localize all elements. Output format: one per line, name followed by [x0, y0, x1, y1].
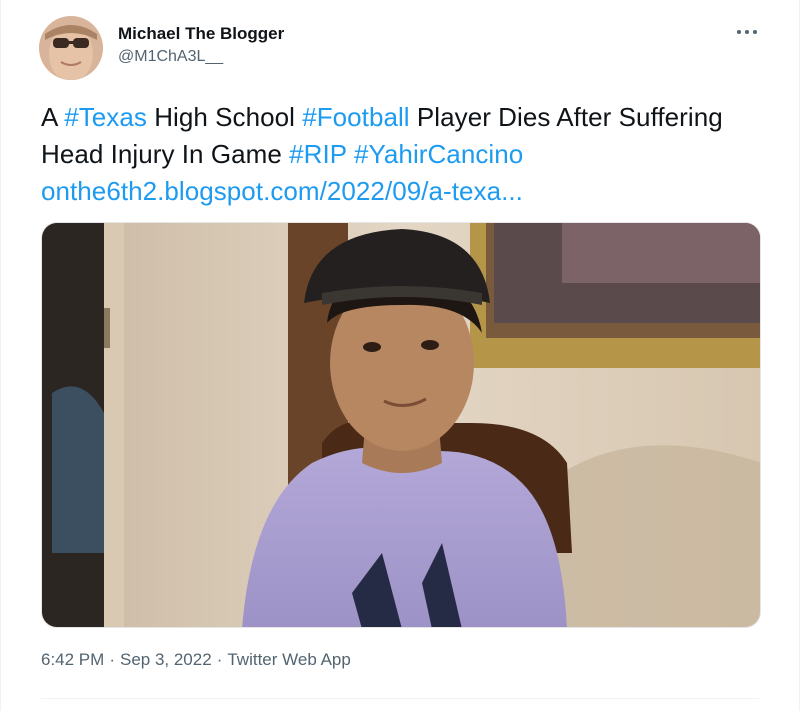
tweet-metadata: 6:42 PM · Sep 3, 2022 · Twitter Web App	[41, 650, 351, 670]
avatar-image	[39, 16, 103, 80]
tweet-date[interactable]: Sep 3, 2022	[120, 650, 212, 669]
author-avatar[interactable]	[39, 16, 103, 80]
article-link[interactable]: onthe6th2.blogspot.com/2022/09/a-texa...	[41, 176, 523, 206]
meta-separator: ·	[216, 650, 223, 669]
tweet-source[interactable]: Twitter Web App	[227, 650, 350, 669]
hashtag-yahircancino[interactable]: #YahirCancino	[354, 139, 523, 169]
tweet-media-photo[interactable]	[41, 222, 761, 628]
tweet-card: Michael The Blogger @M1ChA3L__ A #Texas …	[0, 0, 800, 711]
more-options-button[interactable]	[733, 22, 761, 42]
tweet-text-segment: High School	[146, 102, 303, 132]
author-name[interactable]: Michael The Blogger	[118, 24, 284, 44]
tweet-text: A #Texas High School #Football Player Di…	[41, 99, 761, 210]
hashtag-football[interactable]: #Football	[302, 102, 409, 132]
hashtag-texas[interactable]: #Texas	[64, 102, 147, 132]
tweet-time[interactable]: 6:42 PM	[41, 650, 104, 669]
author-info: Michael The Blogger @M1ChA3L__	[118, 24, 284, 66]
hashtag-rip[interactable]: #RIP	[289, 139, 347, 169]
divider	[41, 698, 759, 699]
more-dots-icon	[737, 30, 757, 34]
tweet-text-segment: A	[41, 102, 65, 132]
photo-image	[42, 223, 760, 627]
meta-separator: ·	[109, 650, 115, 669]
author-handle[interactable]: @M1ChA3L__	[118, 48, 284, 66]
tweet-text-segment	[347, 139, 354, 169]
